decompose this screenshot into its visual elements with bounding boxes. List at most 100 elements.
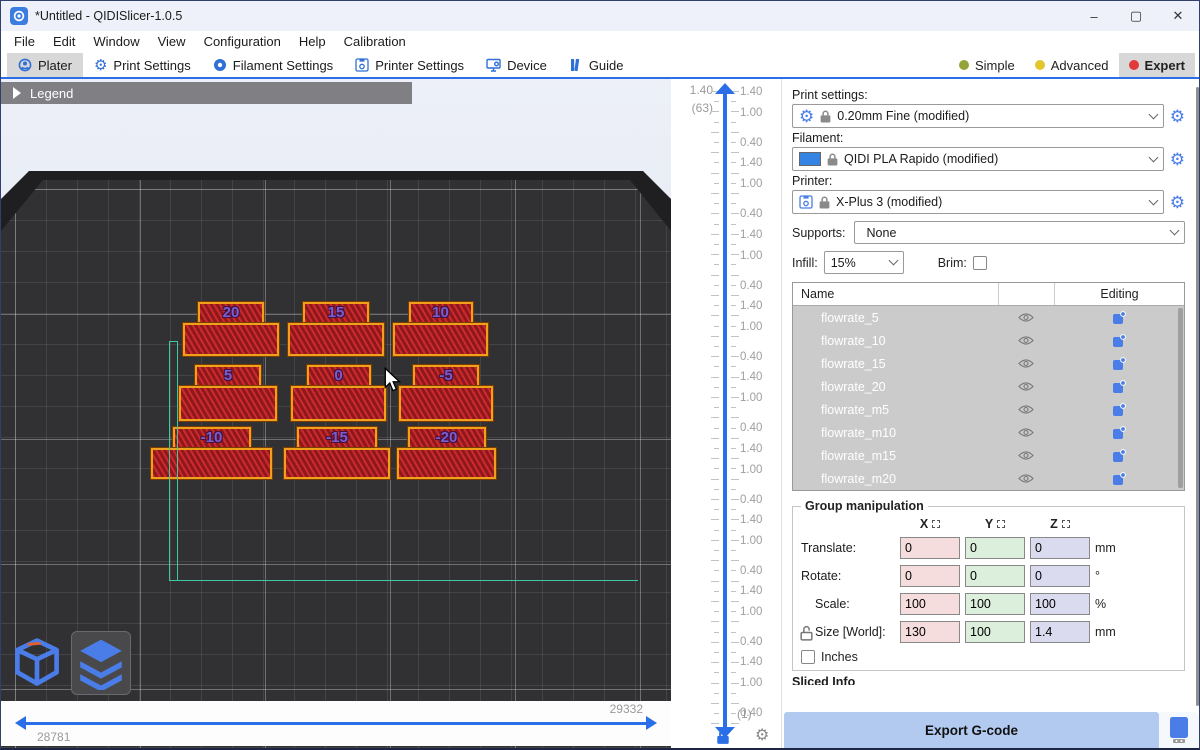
visibility-toggle[interactable] bbox=[998, 450, 1054, 461]
editing-button[interactable] bbox=[1054, 472, 1184, 486]
visibility-toggle[interactable] bbox=[998, 358, 1054, 369]
object-row-flowrate_15[interactable]: flowrate_15 bbox=[793, 352, 1184, 375]
tab-plater[interactable]: Plater bbox=[7, 53, 83, 77]
object-row-flowrate_10[interactable]: flowrate_10 bbox=[793, 329, 1184, 352]
window-title: *Untitled - QIDISlicer-1.0.5 bbox=[35, 9, 182, 23]
editing-button[interactable] bbox=[1054, 403, 1184, 417]
infill-combo[interactable]: 15% bbox=[824, 251, 904, 274]
visibility-toggle[interactable] bbox=[998, 427, 1054, 438]
editing-button[interactable] bbox=[1054, 380, 1184, 394]
print-object-15[interactable]: 15 bbox=[288, 323, 384, 356]
lock-icon bbox=[820, 110, 831, 123]
gm-input-z[interactable] bbox=[1030, 593, 1090, 615]
menu-file[interactable]: File bbox=[5, 31, 44, 53]
gm-input-x[interactable] bbox=[900, 537, 960, 559]
editing-button[interactable] bbox=[1054, 426, 1184, 440]
gm-input-z[interactable] bbox=[1030, 565, 1090, 587]
print-settings-edit-gear-icon[interactable]: ⚙ bbox=[1170, 108, 1185, 125]
gm-input-y[interactable] bbox=[965, 565, 1025, 587]
object-row-flowrate_m20[interactable]: flowrate_m20 bbox=[793, 467, 1184, 490]
preview-view-button[interactable] bbox=[71, 631, 131, 695]
editing-button[interactable] bbox=[1054, 334, 1184, 348]
menu-help[interactable]: Help bbox=[290, 31, 335, 53]
print-object--5[interactable]: -5 bbox=[399, 386, 493, 421]
moves-slider-track[interactable] bbox=[25, 722, 647, 725]
gm-input-y[interactable] bbox=[965, 537, 1025, 559]
object-row-flowrate_m5[interactable]: flowrate_m5 bbox=[793, 398, 1184, 421]
tick-mark bbox=[731, 142, 736, 143]
object-row-flowrate_m15[interactable]: flowrate_m15 bbox=[793, 444, 1184, 467]
tab-print-settings[interactable]: ⚙Print Settings bbox=[83, 53, 202, 77]
tab-guide[interactable]: Guide bbox=[558, 53, 635, 77]
print-object-5[interactable]: 5 bbox=[179, 386, 277, 421]
visibility-toggle[interactable] bbox=[998, 381, 1054, 392]
object-list-scrollbar[interactable] bbox=[1178, 308, 1183, 488]
filament-combo[interactable]: QIDI PLA Rapido (modified) bbox=[792, 147, 1164, 171]
editing-button[interactable] bbox=[1054, 311, 1184, 325]
gm-input-x[interactable] bbox=[900, 621, 960, 643]
tick-mark bbox=[731, 366, 736, 367]
gm-input-x[interactable] bbox=[900, 565, 960, 587]
filament-edit-gear-icon[interactable]: ⚙ bbox=[1170, 151, 1185, 168]
slider-settings-gear-icon[interactable]: ⚙ bbox=[755, 725, 769, 745]
inches-checkbox[interactable] bbox=[801, 650, 815, 664]
brim-checkbox[interactable] bbox=[973, 256, 987, 270]
export-to-sd-button[interactable] bbox=[1159, 712, 1199, 748]
minimize-button[interactable]: – bbox=[1073, 1, 1115, 31]
moves-slider-right-thumb[interactable] bbox=[646, 716, 657, 730]
printer-edit-gear-icon[interactable]: ⚙ bbox=[1170, 194, 1185, 211]
gm-input-y[interactable] bbox=[965, 593, 1025, 615]
3d-editor-view-button[interactable] bbox=[7, 631, 67, 695]
close-button[interactable]: ✕ bbox=[1157, 1, 1199, 31]
print-object-20[interactable]: 20 bbox=[183, 323, 279, 356]
editing-button[interactable] bbox=[1054, 357, 1184, 371]
menu-view[interactable]: View bbox=[149, 31, 195, 53]
menu-calibration[interactable]: Calibration bbox=[335, 31, 415, 53]
tab-printer-settings[interactable]: Printer Settings bbox=[344, 53, 475, 77]
supports-combo[interactable]: None bbox=[854, 221, 1185, 244]
menu-configuration[interactable]: Configuration bbox=[195, 31, 290, 53]
tab-filament-settings[interactable]: Filament Settings bbox=[202, 53, 344, 77]
object-row-flowrate_m10[interactable]: flowrate_m10 bbox=[793, 421, 1184, 444]
menu-window[interactable]: Window bbox=[84, 31, 148, 53]
visibility-toggle[interactable] bbox=[998, 335, 1054, 346]
uniform-scale-lock-icon[interactable] bbox=[800, 625, 813, 644]
tab-device[interactable]: Device bbox=[475, 53, 558, 77]
panel-scrollbar[interactable] bbox=[1196, 87, 1199, 706]
printer-label: Printer: bbox=[792, 174, 1185, 188]
visibility-toggle[interactable] bbox=[998, 404, 1054, 415]
tick-mark bbox=[711, 315, 719, 316]
gm-input-z[interactable] bbox=[1030, 621, 1090, 643]
print-object--20[interactable]: -20 bbox=[397, 448, 496, 479]
layer-slider-track[interactable] bbox=[723, 91, 727, 729]
tick-mark bbox=[731, 387, 736, 388]
editing-button[interactable] bbox=[1054, 449, 1184, 463]
object-row-flowrate_5[interactable]: flowrate_5 bbox=[793, 306, 1184, 329]
visibility-toggle[interactable] bbox=[998, 312, 1054, 323]
edit-icon bbox=[1112, 449, 1126, 463]
gm-input-y[interactable] bbox=[965, 621, 1025, 643]
layer-slider[interactable]: 1.40 (63) 1.401.000.401.401.000.401.401.… bbox=[671, 79, 781, 748]
gm-input-x[interactable] bbox=[900, 593, 960, 615]
visibility-toggle[interactable] bbox=[998, 473, 1054, 484]
print-object--15[interactable]: -15 bbox=[284, 448, 390, 479]
object-row-flowrate_20[interactable]: flowrate_20 bbox=[793, 375, 1184, 398]
moves-slider[interactable]: 29332 28781 bbox=[1, 701, 671, 746]
export-gcode-button[interactable]: Export G-code bbox=[784, 712, 1159, 748]
print-object-10[interactable]: 10 bbox=[393, 323, 488, 356]
menu-edit[interactable]: Edit bbox=[44, 31, 84, 53]
tick-mark bbox=[714, 570, 719, 571]
layer-slider-upper-thumb[interactable] bbox=[715, 83, 735, 94]
gm-unit: ° bbox=[1095, 569, 1123, 583]
print-settings-combo[interactable]: ⚙ 0.20mm Fine (modified) bbox=[792, 104, 1164, 128]
print-object-0[interactable]: 0 bbox=[291, 386, 386, 421]
maximize-button[interactable]: ▢ bbox=[1115, 1, 1157, 31]
viewport-3d[interactable]: Legend 20151050-5-10-15-20 bbox=[1, 79, 671, 748]
mode-simple[interactable]: Simple bbox=[949, 53, 1025, 77]
slider-lock-icon[interactable] bbox=[716, 729, 730, 748]
legend-bar[interactable]: Legend bbox=[1, 82, 412, 104]
gm-input-z[interactable] bbox=[1030, 537, 1090, 559]
mode-advanced[interactable]: Advanced bbox=[1025, 53, 1119, 77]
printer-combo[interactable]: X-Plus 3 (modified) bbox=[792, 190, 1164, 214]
mode-expert[interactable]: Expert bbox=[1119, 53, 1195, 77]
